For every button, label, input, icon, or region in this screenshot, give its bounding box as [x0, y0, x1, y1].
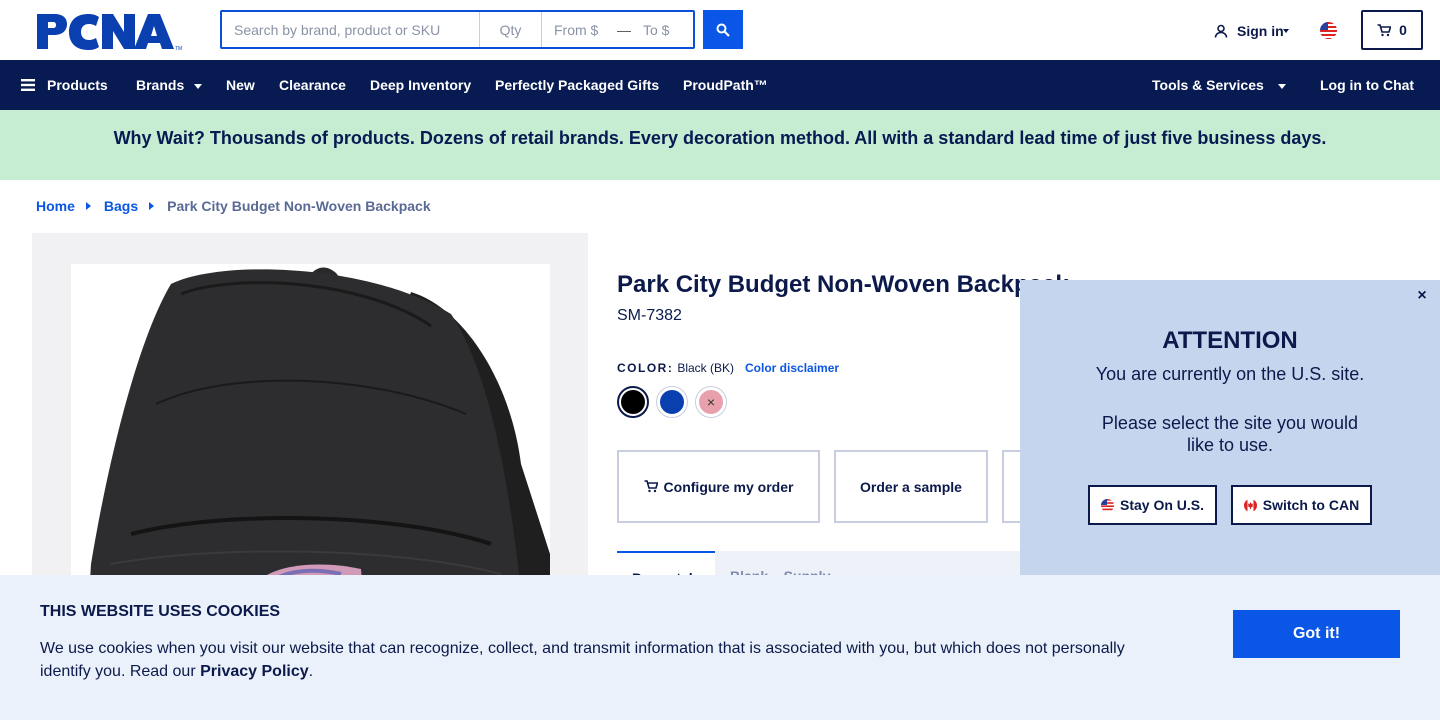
- color-disclaimer-link[interactable]: Color disclaimer: [745, 361, 839, 375]
- close-icon[interactable]: ×: [1414, 288, 1430, 304]
- color-swatch-pink[interactable]: ×: [695, 386, 727, 418]
- privacy-policy-link[interactable]: Privacy Policy: [200, 663, 309, 680]
- chevron-down-icon: [194, 83, 203, 89]
- nav-gifts[interactable]: Perfectly Packaged Gifts: [495, 60, 659, 110]
- nav-products-label: Products: [47, 77, 108, 93]
- pcna-logo[interactable]: TM: [36, 12, 186, 52]
- sign-in-menu[interactable]: Sign in: [1214, 20, 1289, 42]
- order-sample-label: Order a sample: [860, 478, 962, 495]
- breadcrumb-bags[interactable]: Bags: [104, 198, 138, 214]
- nav-proudpath[interactable]: ProudPath™: [683, 60, 768, 110]
- nav-products[interactable]: Products: [21, 60, 108, 110]
- qty-input[interactable]: [479, 12, 541, 47]
- color-value: Black (BK): [677, 361, 735, 375]
- top-bar: TM — Sign in 0: [0, 0, 1440, 60]
- search-icon: [716, 23, 730, 37]
- cart-icon: [644, 480, 658, 493]
- order-sample-button[interactable]: Order a sample: [834, 450, 988, 523]
- switch-can-button[interactable]: Switch to CAN: [1231, 485, 1372, 525]
- price-from-input[interactable]: [541, 12, 617, 47]
- nav-tools[interactable]: Tools & Services: [1152, 60, 1286, 110]
- color-swatch-black[interactable]: [617, 386, 649, 418]
- canada-flag-icon: [1243, 498, 1257, 512]
- got-it-button[interactable]: Got it!: [1233, 610, 1400, 658]
- promo-banner: Why Wait? Thousands of products. Dozens …: [0, 110, 1440, 180]
- attention-line-1: You are currently on the U.S. site.: [1095, 364, 1365, 384]
- configure-order-label: Configure my order: [663, 478, 794, 495]
- user-icon: [1214, 24, 1228, 38]
- banner-text: Why Wait? Thousands of products. Dozens …: [113, 127, 1327, 148]
- color-swatch-blue[interactable]: [656, 386, 688, 418]
- sign-in-label: Sign in: [1237, 23, 1284, 39]
- nav-clearance[interactable]: Clearance: [279, 60, 346, 110]
- search-bar: —: [220, 10, 695, 49]
- breadcrumb: Home Bags Park City Budget Non-Woven Bac…: [36, 198, 431, 214]
- menu-icon: [21, 79, 35, 91]
- cart-icon: [1377, 23, 1392, 36]
- attention-line-2: Please select the site you would like to…: [1101, 413, 1359, 455]
- svg-text:TM: TM: [175, 46, 182, 52]
- unavailable-x-icon: ×: [699, 390, 723, 414]
- site-selector-popup: × ATTENTION You are currently on the U.S…: [1020, 280, 1440, 576]
- nav-deep-inventory[interactable]: Deep Inventory: [370, 60, 471, 110]
- search-input[interactable]: [222, 12, 479, 47]
- range-dash: —: [617, 21, 631, 38]
- stay-us-label: Stay On U.S.: [1119, 497, 1205, 513]
- product-sku: SM-7382: [617, 307, 682, 324]
- nav-tools-label: Tools & Services: [1152, 77, 1264, 93]
- switch-can-label: Switch to CAN: [1262, 497, 1360, 513]
- chevron-right-icon: [149, 202, 155, 210]
- chevron-down-icon: [1282, 29, 1289, 33]
- nav-brands[interactable]: Brands: [136, 60, 203, 110]
- nav-brands-label: Brands: [136, 77, 185, 93]
- us-flag-icon: [1100, 498, 1114, 512]
- search-button[interactable]: [703, 10, 743, 49]
- cookie-period: .: [308, 663, 314, 680]
- color-label: COLOR:: [617, 361, 674, 375]
- us-flag-icon[interactable]: [1320, 22, 1337, 39]
- nav-new[interactable]: New: [226, 60, 255, 110]
- breadcrumb-home[interactable]: Home: [36, 198, 75, 214]
- cookie-text: We use cookies when you visit our websit…: [40, 637, 1150, 683]
- breadcrumb-current: Park City Budget Non-Woven Backpack: [167, 198, 431, 214]
- chevron-down-icon: [1277, 83, 1286, 89]
- cart-count: 0: [1399, 22, 1407, 38]
- nav-chat[interactable]: Log in to Chat: [1320, 60, 1414, 110]
- configure-order-button[interactable]: Configure my order: [617, 450, 820, 523]
- main-nav: Products Brands New Clearance Deep Inven…: [0, 60, 1440, 110]
- cookie-title: THIS WEBSITE USES COOKIES: [40, 603, 281, 620]
- stay-us-button[interactable]: Stay On U.S.: [1088, 485, 1217, 525]
- color-row: COLOR: Black (BK) Color disclaimer: [617, 361, 839, 375]
- product-title: Park City Budget Non-Woven Backpack: [617, 271, 1069, 298]
- cart-button[interactable]: 0: [1361, 10, 1423, 50]
- price-to-input[interactable]: [631, 12, 691, 47]
- attention-title: ATTENTION: [1162, 327, 1298, 354]
- cookie-banner: THIS WEBSITE USES COOKIES We use cookies…: [0, 575, 1440, 720]
- chevron-right-icon: [85, 202, 91, 210]
